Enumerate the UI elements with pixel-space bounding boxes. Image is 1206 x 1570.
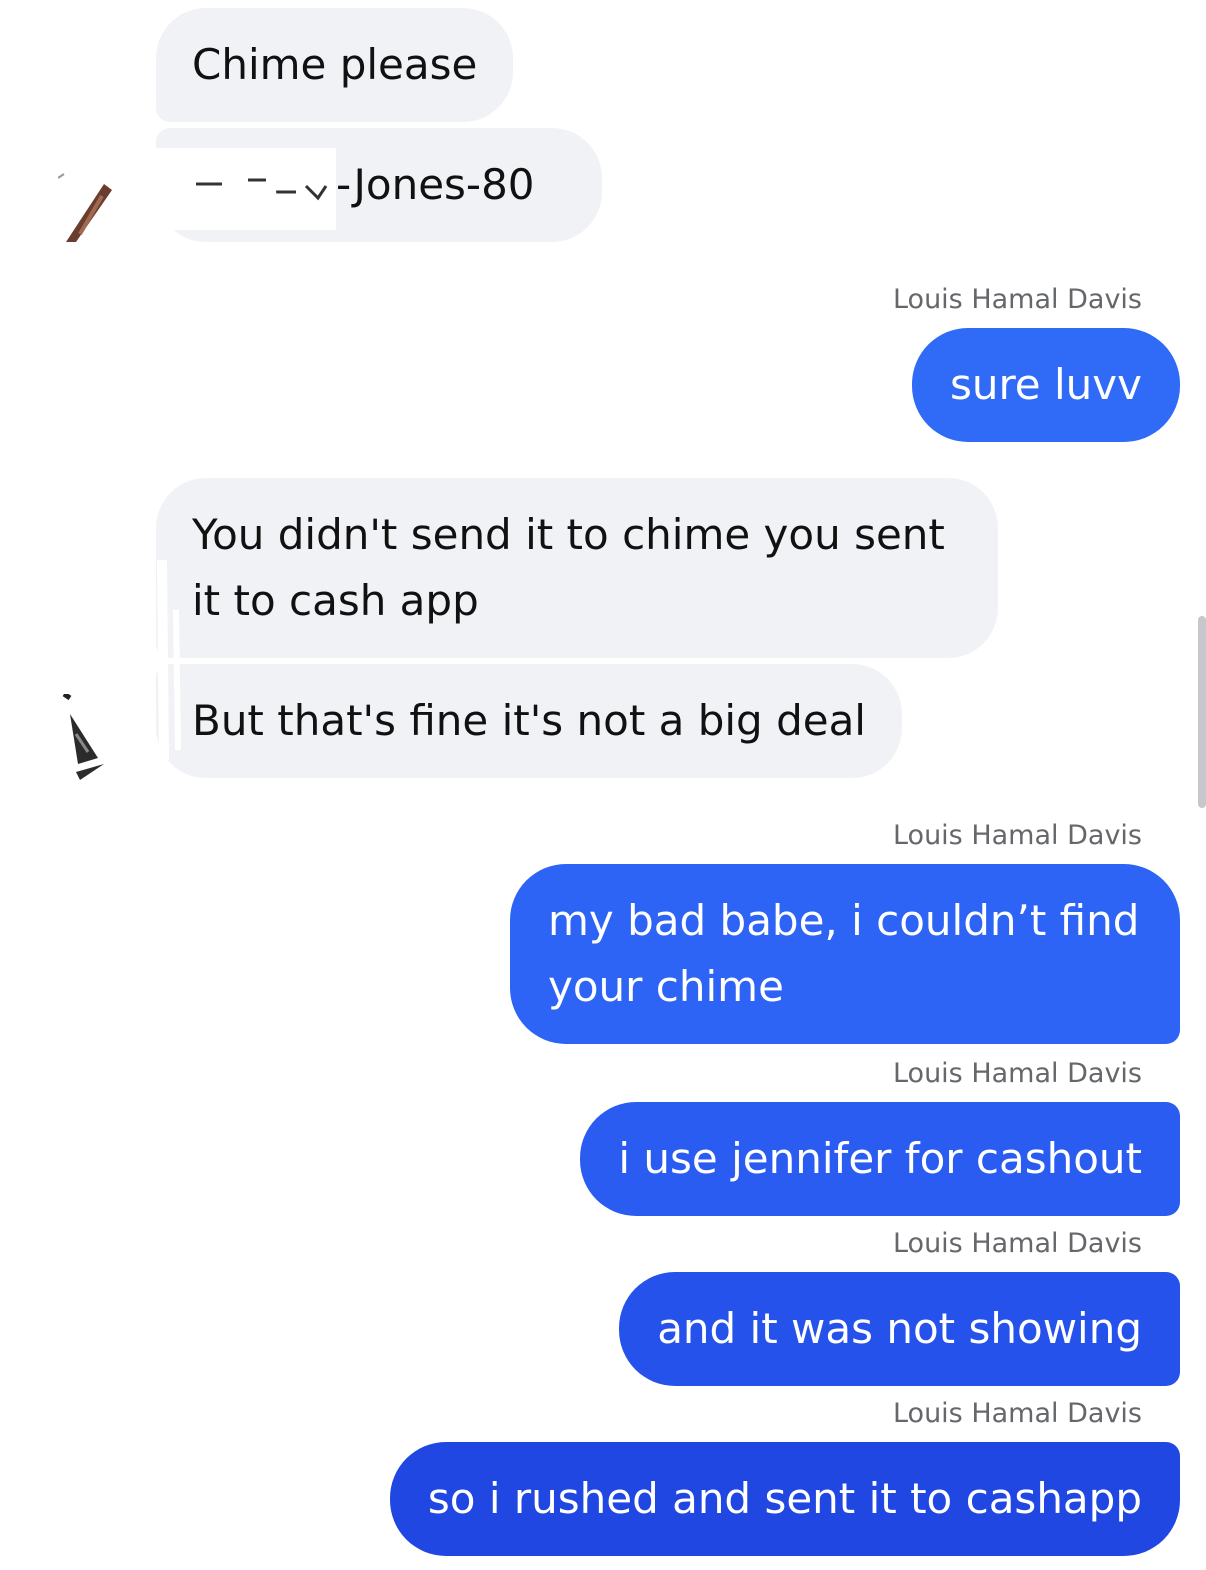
message-text: -Jones-80 [336, 160, 535, 209]
message-text-line: your chime [548, 962, 784, 1011]
message-text: But that's fine it's not a big deal [192, 696, 866, 745]
redaction-mark [157, 559, 181, 761]
sender-name: Louis Hamal Davis [892, 1058, 1142, 1089]
contact-avatar[interactable] [57, 170, 120, 242]
incoming-message-bubble[interactable]: Chime please [156, 8, 514, 122]
outgoing-message-bubble[interactable]: i use jennifer for cashout [580, 1102, 1180, 1216]
outgoing-message-bubble[interactable]: so i rushed and sent it to cashapp [389, 1442, 1180, 1556]
message-text: sure luvv [949, 360, 1142, 409]
incoming-message-bubble[interactable]: You didn't send it to chime you sent it … [156, 478, 998, 658]
incoming-message-bubble[interactable]: -Jones-80 [156, 128, 602, 242]
message-text: so i rushed and sent it to cashapp [427, 1474, 1142, 1523]
redaction-scribble [156, 148, 336, 230]
outgoing-message-bubble[interactable]: and it was not showing [619, 1272, 1180, 1386]
sender-name: Louis Hamal Davis [892, 1228, 1142, 1259]
sender-name: Louis Hamal Davis [892, 820, 1142, 851]
outgoing-message-bubble[interactable]: sure luvv [911, 328, 1180, 442]
message-text-line: my bad babe, i couldn’t find [548, 896, 1140, 945]
incoming-message-bubble[interactable]: But that's fine it's not a big deal [156, 664, 902, 778]
message-text: and it was not showing [657, 1304, 1142, 1353]
scrollbar[interactable] [1198, 616, 1206, 808]
sender-name: Louis Hamal Davis [892, 284, 1142, 315]
message-text: i use jennifer for cashout [618, 1134, 1142, 1183]
sender-name: Louis Hamal Davis [892, 1398, 1142, 1429]
message-text: Chime please [192, 40, 478, 89]
contact-avatar[interactable] [58, 691, 120, 780]
outgoing-message-bubble[interactable]: my bad babe, i couldn’t find your chime [510, 864, 1180, 1044]
message-text-line: it to cash app [192, 576, 479, 625]
message-text-line: You didn't send it to chime you sent [192, 510, 945, 559]
